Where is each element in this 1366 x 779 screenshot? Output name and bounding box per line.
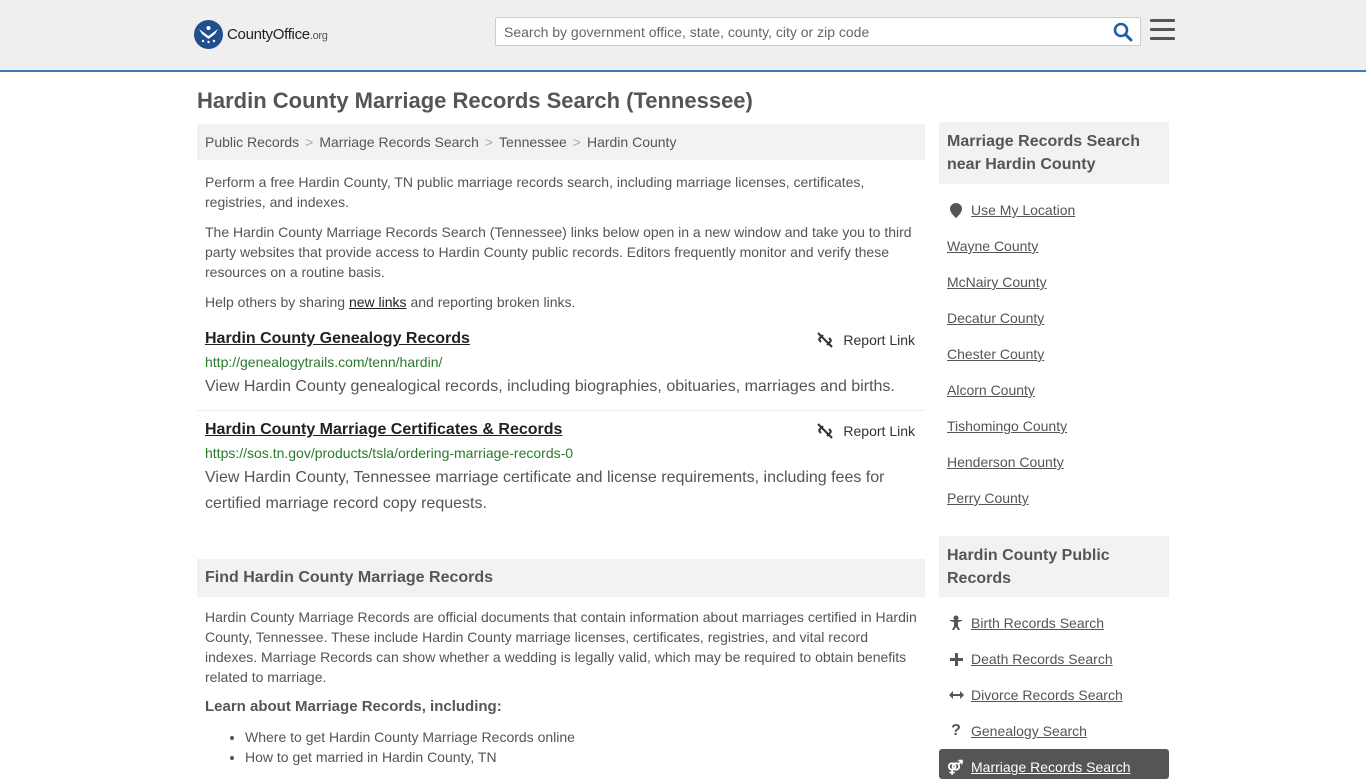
sidebar-item-divorce-records[interactable]: Divorce Records Search [947,677,1167,713]
death-records-link[interactable]: Death Records Search [971,651,1113,667]
breadcrumb-separator: > [484,134,494,150]
sidebar-item-genealogy[interactable]: ? Genealogy Search [947,713,1167,749]
sidebar-item-chester-county[interactable]: Chester County [947,336,1167,372]
public-records-list: Birth Records Search Death Records Searc… [947,605,1167,749]
list-item: Where to get Hardin County Marriage Reco… [245,727,575,747]
sidebar-item-wayne-county[interactable]: Wayne County [947,228,1167,264]
arrows-icon [947,690,965,700]
top-bar: CountyOffice.org [0,0,1366,72]
logo-text: CountyOffice.org [227,26,328,43]
nearby-heading: Marriage Records Search near Hardin Coun… [939,122,1169,184]
report-link-button[interactable]: Report Link [817,423,915,439]
sidebar-item-perry-county[interactable]: Perry County [947,480,1167,516]
broken-link-icon [817,423,834,439]
result-item: Hardin County Marriage Certificates & Re… [197,421,925,517]
list-item: How to get married in Hardin County, TN [245,747,575,767]
breadcrumb-separator: > [305,134,314,150]
new-links-link[interactable]: new links [349,294,407,310]
intro-paragraph-3: Help others by sharing new links and rep… [205,294,576,310]
use-location-link[interactable]: Use My Location [971,202,1075,218]
birth-records-link[interactable]: Birth Records Search [971,615,1104,631]
result-url: https://sos.tn.gov/products/tsla/orderin… [205,445,574,461]
logo-seal-icon [194,20,223,49]
result-divider [197,410,925,411]
county-link[interactable]: McNairy County [947,274,1047,290]
search-icon[interactable] [1113,22,1133,45]
county-link[interactable]: Alcorn County [947,382,1035,398]
find-records-heading: Find Hardin County Marriage Records [197,559,925,597]
county-link[interactable]: Tishomingo County [947,418,1067,434]
hamburger-menu-icon[interactable] [1150,19,1175,41]
divorce-records-link[interactable]: Divorce Records Search [971,687,1123,703]
breadcrumb-separator: > [572,134,581,150]
map-pin-icon [947,202,965,218]
use-location-item[interactable]: Use My Location [947,192,1167,228]
rings-icon: ⚤ [947,759,964,775]
county-link[interactable]: Chester County [947,346,1044,362]
intro-text: Perform a free Hardin County, TN public … [205,172,920,322]
result-description: View Hardin County, Tennessee marriage c… [205,469,885,512]
report-link-button[interactable]: Report Link [817,332,915,348]
result-description: View Hardin County genealogical records,… [205,378,895,395]
breadcrumb-tennessee[interactable]: Tennessee [499,134,567,150]
breadcrumb: Public Records > Marriage Records Search > T… [197,124,925,160]
question-icon: ? [951,722,961,739]
sidebar-item-death-records[interactable]: Death Records Search [947,641,1167,677]
learn-heading: Learn about Marriage Records, including: [205,698,502,715]
search-input[interactable] [496,18,1096,45]
result-item: Hardin County Genealogy Records http://g… [197,330,925,400]
nearby-list: Use My Location Wayne County McNairy Cou… [947,192,1167,516]
sidebar-item-alcorn-county[interactable]: Alcorn County [947,372,1167,408]
breadcrumb-marriage-records[interactable]: Marriage Records Search [319,134,479,150]
sidebar-item-birth-records[interactable]: Birth Records Search [947,605,1167,641]
page-title: Hardin County Marriage Records Search (T… [197,88,753,113]
result-title-link[interactable]: Hardin County Marriage Certificates & Re… [205,421,562,438]
county-link[interactable]: Decatur County [947,310,1044,326]
sidebar-item-marriage-records-active[interactable]: ⚤ Marriage Records Search [939,749,1169,779]
search-box [495,17,1141,46]
baby-icon [947,615,965,631]
sidebar-item-mcnairy-county[interactable]: McNairy County [947,264,1167,300]
find-records-body: Hardin County Marriage Records are offic… [205,609,917,685]
learn-list: Where to get Hardin County Marriage Reco… [245,727,575,767]
result-title-link[interactable]: Hardin County Genealogy Records [205,330,470,347]
county-link[interactable]: Perry County [947,490,1029,506]
result-url: http://genealogytrails.com/tenn/hardin/ [205,354,443,370]
genealogy-link[interactable]: Genealogy Search [971,723,1087,739]
cross-icon [947,652,965,666]
public-records-heading: Hardin County Public Records [939,536,1169,597]
broken-link-icon [817,332,834,348]
county-link[interactable]: Henderson County [947,454,1064,470]
breadcrumb-hardin-county[interactable]: Hardin County [587,134,677,150]
sidebar-item-henderson-county[interactable]: Henderson County [947,444,1167,480]
marriage-records-link[interactable]: Marriage Records Search [971,759,1131,779]
site-logo[interactable]: CountyOffice.org [194,20,328,49]
intro-paragraph-2: The Hardin County Marriage Records Searc… [205,224,912,280]
breadcrumb-public-records[interactable]: Public Records [205,134,299,150]
sidebar-item-tishomingo-county[interactable]: Tishomingo County [947,408,1167,444]
county-link[interactable]: Wayne County [947,238,1038,254]
intro-paragraph-1: Perform a free Hardin County, TN public … [205,174,865,210]
sidebar-item-decatur-county[interactable]: Decatur County [947,300,1167,336]
